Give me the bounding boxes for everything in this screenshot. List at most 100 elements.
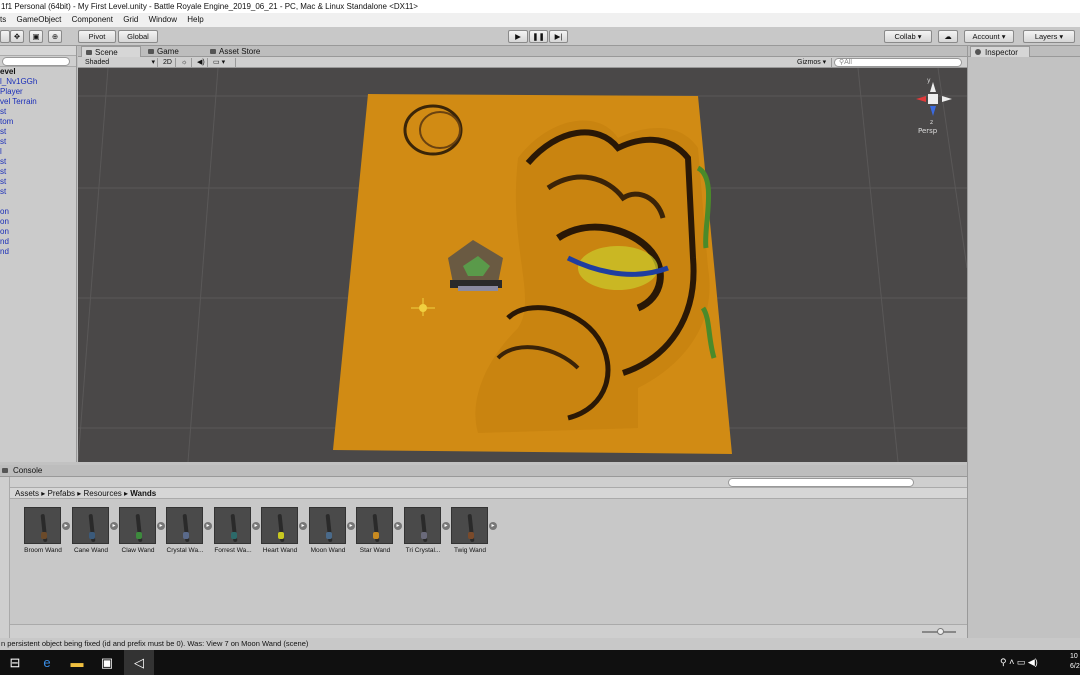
tab-asset-store[interactable]: Asset Store <box>206 46 286 57</box>
windows-taskbar: ⊟ e ▬ ▣ ◁ ⚲ ˄ ▭ ◀) 10 6/2 <box>0 650 1080 675</box>
global-toggle[interactable]: Global <box>118 30 158 43</box>
tab-scene[interactable]: Scene <box>81 46 141 57</box>
asset-heart-wand[interactable]: ▸ Heart Wand <box>255 507 307 554</box>
mode-2d-toggle[interactable]: 2D <box>160 58 176 67</box>
asset-label: Twig Wand <box>454 547 486 554</box>
asset-thumbnail <box>404 507 441 544</box>
slider-handle[interactable] <box>937 628 944 635</box>
cloud-button[interactable]: ☁ <box>938 30 958 43</box>
bottom-tab-bar: Console <box>0 465 967 477</box>
hierarchy-item[interactable]: tom <box>0 117 76 127</box>
hierarchy-item[interactable]: on <box>0 217 76 227</box>
menu-window[interactable]: Window <box>149 15 177 24</box>
step-button[interactable]: ▶| <box>549 30 568 43</box>
layers-dropdown[interactable]: Layers ▾ <box>1023 30 1075 43</box>
hierarchy-item[interactable]: st <box>0 127 76 137</box>
asset-label: Cane Wand <box>73 547 109 554</box>
hierarchy-item[interactable] <box>0 197 76 207</box>
hierarchy-item[interactable]: Player <box>0 87 76 97</box>
task-view-icon[interactable]: ⊟ <box>0 650 30 675</box>
tab-inspector-label: Inspector <box>985 48 1018 57</box>
asset-label: Moon Wand <box>310 547 346 554</box>
asset-crystal-wand[interactable]: ▸ Crystal Wa... <box>160 507 212 554</box>
menu-gameobject[interactable]: GameObject <box>16 15 61 24</box>
asset-thumbnail <box>261 507 298 544</box>
unity-icon[interactable]: ◁ <box>124 650 154 675</box>
layers-label: Layers <box>1034 32 1058 41</box>
asset-moon-wand[interactable]: ▸ Moon Wand <box>303 507 355 554</box>
hierarchy-item[interactable]: st <box>0 107 76 117</box>
hierarchy-item[interactable]: st <box>0 137 76 147</box>
collab-dropdown[interactable]: Collab ▾ <box>884 30 932 43</box>
projection-label[interactable]: Persp <box>918 127 938 135</box>
scene-viewport[interactable]: y z Persp <box>78 68 967 462</box>
hierarchy-scene-root[interactable]: evel <box>0 67 76 77</box>
clock-date: 6/2 <box>1070 663 1080 670</box>
effects-dropdown[interactable]: ▭ ▾ <box>210 58 236 67</box>
transform-tool-button[interactable]: ⊕ <box>48 30 62 43</box>
asset-twig-wand[interactable]: ▸ Twig Wand <box>445 507 497 554</box>
expand-icon[interactable]: ▸ <box>489 522 497 530</box>
asset-label: Broom Wand <box>24 547 62 554</box>
move-icon: ✥ <box>13 32 21 41</box>
breadcrumb-wands[interactable]: Wands <box>130 489 156 498</box>
hierarchy-item[interactable]: st <box>0 167 76 177</box>
asset-label: Claw Wand <box>121 547 155 554</box>
tab-console[interactable]: Console <box>0 465 50 477</box>
hierarchy-item[interactable]: l_Nv1GGh <box>0 77 76 87</box>
move-tool-button[interactable]: ✥ <box>10 30 24 43</box>
lighting-toggle[interactable]: ☼ <box>178 58 192 67</box>
asset-claw-wand[interactable]: ▸ Claw Wand <box>113 507 165 554</box>
tab-inspector[interactable]: Inspector <box>970 46 1030 57</box>
menu-assets[interactable]: ts <box>0 15 6 24</box>
project-search-input[interactable] <box>728 478 914 487</box>
status-bar[interactable]: n persistent object being fixed (id and … <box>0 638 1080 650</box>
hierarchy-item[interactable]: l <box>0 147 76 157</box>
scene-control-bar: Shaded ▾ 2D ☼ ◀) ▭ ▾ Gizmos ▾ ⚲All <box>78 57 967 68</box>
breadcrumb-assets[interactable]: Assets <box>15 489 39 498</box>
hierarchy-item[interactable]: nd <box>0 247 76 257</box>
hierarchy-item[interactable]: on <box>0 227 76 237</box>
shading-mode-dropdown[interactable]: Shaded ▾ <box>82 58 158 67</box>
asset-star-wand[interactable]: ▸ Star Wand <box>350 507 402 554</box>
account-dropdown[interactable]: Account ▾ <box>964 30 1014 43</box>
asset-cane-wand[interactable]: ▸ Cane Wand <box>66 507 118 554</box>
hierarchy-item[interactable]: st <box>0 177 76 187</box>
breadcrumb-prefabs[interactable]: Prefabs <box>47 489 75 498</box>
rect-tool-button[interactable]: ▣ <box>29 30 43 43</box>
breadcrumb-resources[interactable]: Resources <box>84 489 122 498</box>
file-explorer-icon[interactable]: ▬ <box>62 650 92 675</box>
pivot-toggle[interactable]: Pivot <box>78 30 116 43</box>
global-label: Global <box>127 32 149 41</box>
asset-tri-crystal-wand[interactable]: ▸ Tri Crystal... <box>398 507 450 554</box>
account-label: Account <box>972 32 1000 41</box>
hierarchy-item[interactable]: nd <box>0 237 76 247</box>
asset-broom-wand[interactable]: ▸ Broom Wand <box>18 507 70 554</box>
hierarchy-item[interactable]: st <box>0 187 76 197</box>
system-tray-icons[interactable]: ⚲ ˄ ▭ ◀) <box>1000 657 1038 668</box>
axis-z-label: z <box>930 119 933 126</box>
menu-component[interactable]: Component <box>72 15 113 24</box>
gizmos-dropdown[interactable]: Gizmos ▾ <box>794 58 832 67</box>
hierarchy-item[interactable]: vel Terrain <box>0 97 76 107</box>
hand-tool-button[interactable] <box>0 30 10 43</box>
hierarchy-search-input[interactable] <box>2 57 70 66</box>
scene-search-input[interactable]: ⚲All <box>834 58 962 67</box>
menu-help[interactable]: Help <box>187 15 203 24</box>
play-button[interactable]: ▶ <box>508 30 528 43</box>
shading-mode-label: Shaded <box>85 59 110 66</box>
project-toolbar <box>10 477 967 488</box>
edge-icon[interactable]: e <box>32 650 62 675</box>
cloud-icon: ☁ <box>944 32 952 41</box>
orientation-gizmo[interactable] <box>916 82 952 116</box>
clock[interactable]: 10 6/2 <box>1070 652 1080 672</box>
tab-game[interactable]: Game <box>144 46 204 57</box>
store-icon[interactable]: ▣ <box>92 650 122 675</box>
project-folder-tree[interactable] <box>0 477 10 638</box>
hierarchy-item[interactable]: on <box>0 207 76 217</box>
asset-forrest-wand[interactable]: ▸ Forrest Wa... <box>208 507 260 554</box>
audio-toggle[interactable]: ◀) <box>194 58 208 67</box>
pause-button[interactable]: ❚❚ <box>529 30 548 43</box>
hierarchy-item[interactable]: st <box>0 157 76 167</box>
menu-grid[interactable]: Grid <box>123 15 138 24</box>
